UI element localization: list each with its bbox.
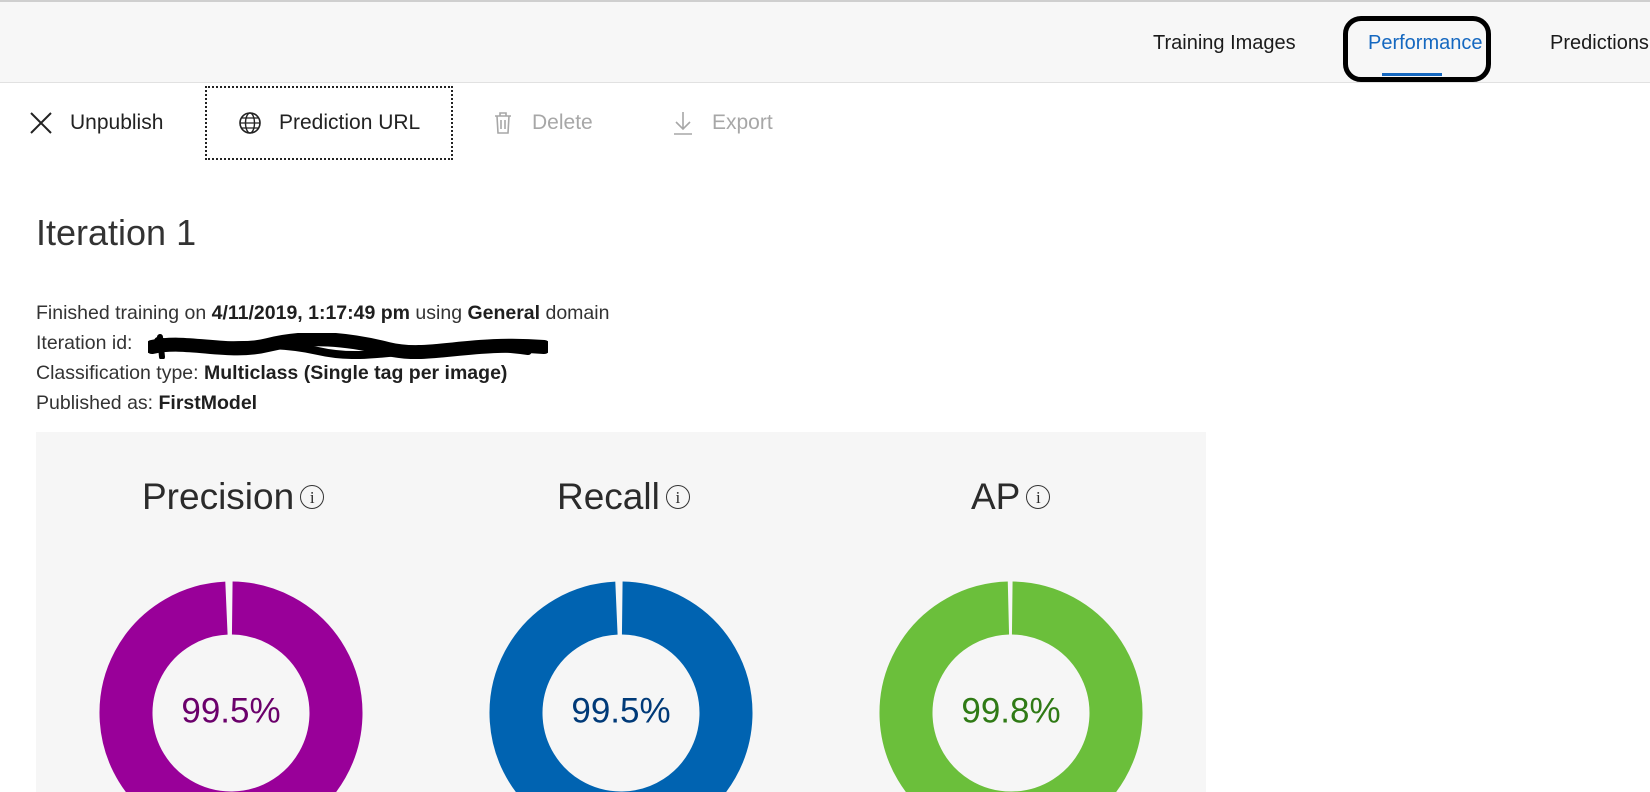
published-label: Published as: [36,392,159,414]
globe-icon [237,110,263,136]
finished-suffix: domain [540,302,610,324]
iteration-id-line: Iteration id: [36,332,132,355]
unpublish-label: Unpublish [70,111,164,134]
recall-value: 99.5% [571,691,670,730]
export-label: Export [712,111,773,134]
iteration-id-label: Iteration id: [36,332,133,354]
recall-donut: 99.5% [489,581,753,792]
annotation-marker [1343,16,1491,82]
prediction-url-label: Prediction URL [279,111,421,134]
recall-title: Recall i [557,476,690,518]
trash-icon [490,110,516,136]
ap-donut: 99.8% [879,581,1143,792]
classification-label: Classification type: [36,362,204,384]
ap-title: AP i [971,476,1051,518]
published-value: FirstModel [158,392,258,414]
precision-label: Precision [142,476,295,517]
classification-type-line: Classification type: Multiclass (Single … [36,362,507,385]
finished-date: 4/11/2019, 1:17:49 pm [211,302,410,324]
precision-title: Precision i [142,476,325,518]
recall-label: Recall [557,476,660,517]
info-icon[interactable]: i [300,485,325,510]
page-title: Iteration 1 [36,212,197,253]
finished-training-line: Finished training on 4/11/2019, 1:17:49 … [36,302,609,325]
precision-donut: 99.5% [99,581,363,792]
unpublish-button[interactable]: Unpublish [28,86,163,160]
download-icon [670,110,696,136]
tab-header: Training Images Performance Predictions [0,2,1650,83]
tab-predictions[interactable]: Predictions [1550,32,1649,55]
ap-label: AP [971,476,1021,517]
finished-mid: using [410,302,468,324]
finished-prefix: Finished training on [36,302,212,324]
prediction-url-button[interactable]: Prediction URL [205,86,453,160]
redaction-scribble [148,333,548,359]
delete-button[interactable]: Delete [490,86,593,160]
classification-value: Multiclass (Single tag per image) [204,362,508,384]
info-icon[interactable]: i [1026,485,1051,510]
info-icon[interactable]: i [665,485,690,510]
export-button[interactable]: Export [670,86,773,160]
training-domain: General [467,302,541,324]
ap-value: 99.8% [961,691,1060,730]
tab-training-images[interactable]: Training Images [1153,32,1296,55]
delete-label: Delete [532,111,593,134]
close-icon [28,110,54,136]
published-as-line: Published as: FirstModel [36,392,257,415]
precision-value: 99.5% [181,691,280,730]
